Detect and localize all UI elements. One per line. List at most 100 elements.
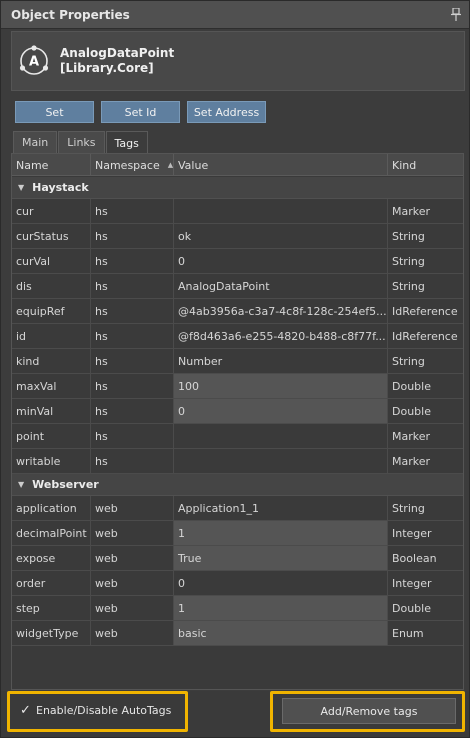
tag-name-cell: dis	[12, 274, 91, 298]
tag-value-cell[interactable]: @f8d463a6-e255-4820-b488-c8f77f...	[174, 324, 388, 348]
collapse-triangle-icon[interactable]: ▼	[18, 480, 24, 489]
tag-name-cell: curStatus	[12, 224, 91, 248]
table-row[interactable]: widgetType web basic Enum	[12, 621, 463, 646]
tag-value-cell[interactable]: 0	[174, 249, 388, 273]
tag-kind-cell: Integer	[392, 576, 432, 590]
group-header-haystack[interactable]: ▼ Haystack	[12, 177, 463, 199]
autotags-checkbox[interactable]: ✓ Enable/Disable AutoTags	[20, 702, 171, 718]
tag-name-cell: decimalPoint	[12, 521, 91, 545]
table-row[interactable]: id hs @f8d463a6-e255-4820-b488-c8f77f... Id…	[12, 324, 463, 349]
column-header-namespace-label: Namespace	[95, 158, 160, 172]
tag-value-cell[interactable]: 1	[174, 596, 388, 620]
tag-name-cell: kind	[12, 349, 91, 373]
tag-name-cell: id	[12, 324, 91, 348]
tag-namespace-cell: hs	[91, 449, 174, 473]
tag-kind-cell: Integer	[392, 526, 432, 540]
analog-datapoint-icon: A	[19, 45, 49, 75]
tag-kind-cell: String	[392, 254, 425, 268]
tag-name-cell: curVal	[12, 249, 91, 273]
tag-value-cell[interactable]: ok	[174, 224, 388, 248]
tag-value-cell[interactable]: True	[174, 546, 388, 570]
tag-name-cell: expose	[12, 546, 91, 570]
grid-header: Name Namespace ▲ Value Kind	[12, 154, 463, 176]
tag-name-cell: order	[12, 571, 91, 595]
tag-name-cell: minVal	[12, 399, 91, 423]
tag-value-cell[interactable]: 0	[174, 571, 388, 595]
tag-kind-cell: Double	[392, 404, 431, 418]
tab-tags[interactable]: Tags	[105, 131, 148, 154]
tag-name-cell: application	[12, 496, 91, 520]
tag-value-cell[interactable]: 1	[174, 521, 388, 545]
column-header-name-label: Name	[16, 158, 49, 172]
tag-namespace-cell: hs	[91, 399, 174, 423]
column-header-kind-label: Kind	[392, 158, 417, 172]
tags-grid: Name Namespace ▲ Value Kind ▼ Haystack cur…	[11, 153, 464, 690]
table-row[interactable]: writable hs Marker	[12, 449, 463, 474]
tag-namespace-cell: hs	[91, 299, 174, 323]
column-header-namespace[interactable]: Namespace ▲	[91, 154, 174, 176]
tag-name-cell: cur	[12, 199, 91, 223]
tag-namespace-cell: hs	[91, 349, 174, 373]
table-row[interactable]: point hs Marker	[12, 424, 463, 449]
tag-namespace-cell: web	[91, 621, 174, 645]
tag-kind-cell: Marker	[392, 204, 431, 218]
tag-value-cell[interactable]: Application1_1	[174, 496, 388, 520]
set-address-button[interactable]: Set Address	[187, 101, 266, 123]
tab-links[interactable]: Links	[58, 131, 105, 153]
tag-value-cell[interactable]	[174, 424, 388, 448]
table-row[interactable]: step web 1 Double	[12, 596, 463, 621]
tag-namespace-cell: hs	[91, 424, 174, 448]
tag-namespace-cell: hs	[91, 324, 174, 348]
tag-value-cell[interactable]: 0	[174, 399, 388, 423]
table-row[interactable]: maxVal hs 100 Double	[12, 374, 463, 399]
add-remove-tags-button[interactable]: Add/Remove tags	[282, 698, 456, 724]
table-row[interactable]: minVal hs 0 Double	[12, 399, 463, 424]
table-row[interactable]: application web Application1_1 String	[12, 496, 463, 521]
pin-icon[interactable]	[451, 8, 461, 21]
column-header-value[interactable]: Value	[174, 154, 388, 176]
table-row[interactable]: equipRef hs @4ab3956a-c3a7-4c8f-128c-254ef…	[12, 299, 463, 324]
tag-value-cell[interactable]	[174, 449, 388, 473]
tag-kind-cell: String	[392, 501, 425, 515]
tab-main[interactable]: Main	[13, 131, 58, 153]
panel-title: Object Properties	[11, 7, 130, 22]
group-header-webserver[interactable]: ▼ Webserver	[12, 474, 463, 496]
object-header: A AnalogDataPoint [Library.Core]	[11, 31, 465, 91]
tag-kind-cell: String	[392, 279, 425, 293]
collapse-triangle-icon[interactable]: ▼	[18, 183, 24, 192]
tag-value-cell[interactable]: basic	[174, 621, 388, 645]
column-header-value-label: Value	[178, 158, 209, 172]
column-header-kind[interactable]: Kind	[388, 154, 463, 176]
tag-value-cell[interactable]: 100	[174, 374, 388, 398]
set-id-button[interactable]: Set Id	[101, 101, 180, 123]
object-title: AnalogDataPoint [Library.Core]	[60, 46, 174, 76]
table-row[interactable]: expose web True Boolean	[12, 546, 463, 571]
tag-name-cell: step	[12, 596, 91, 620]
tag-kind-cell: Marker	[392, 454, 431, 468]
table-row[interactable]: order web 0 Integer	[12, 571, 463, 596]
tag-value-cell[interactable]: @4ab3956a-c3a7-4c8f-128c-254ef5...	[174, 299, 388, 323]
table-row[interactable]: curVal hs 0 String	[12, 249, 463, 274]
tag-namespace-cell: web	[91, 546, 174, 570]
table-row[interactable]: decimalPoint web 1 Integer	[12, 521, 463, 546]
tag-kind-cell: String	[392, 229, 425, 243]
tag-namespace-cell: web	[91, 596, 174, 620]
tag-kind-cell: Marker	[392, 429, 431, 443]
tag-namespace-cell: web	[91, 496, 174, 520]
table-row[interactable]: dis hs AnalogDataPoint String	[12, 274, 463, 299]
checkmark-icon: ✓	[20, 702, 31, 718]
object-properties-panel: Object Properties A AnalogDataPoint [Lib…	[0, 0, 470, 738]
table-row[interactable]: curStatus hs ok String	[12, 224, 463, 249]
tag-kind-cell: Boolean	[392, 551, 437, 565]
tab-strip: Main Links Tags	[13, 131, 149, 154]
table-row[interactable]: kind hs Number String	[12, 349, 463, 374]
group-label: Webserver	[32, 478, 99, 491]
column-header-name[interactable]: Name	[12, 154, 91, 176]
tag-value-cell[interactable]	[174, 199, 388, 223]
tag-value-cell[interactable]: Number	[174, 349, 388, 373]
tag-value-cell[interactable]: AnalogDataPoint	[174, 274, 388, 298]
tag-namespace-cell: hs	[91, 249, 174, 273]
set-button[interactable]: Set	[15, 101, 94, 123]
tag-namespace-cell: hs	[91, 374, 174, 398]
table-row[interactable]: cur hs Marker	[12, 199, 463, 224]
